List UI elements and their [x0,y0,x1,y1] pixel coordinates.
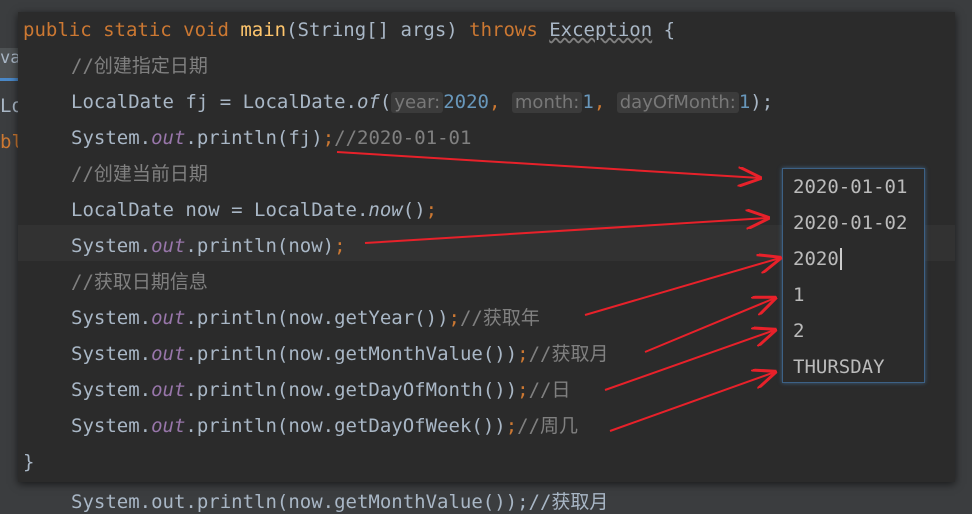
annotation-arrows [336,151,972,432]
arrow-1 [336,151,760,178]
arrow-2 [364,218,768,244]
arrow-4 [644,298,775,353]
arrow-6 [609,372,775,432]
arrow-3 [584,258,780,316]
